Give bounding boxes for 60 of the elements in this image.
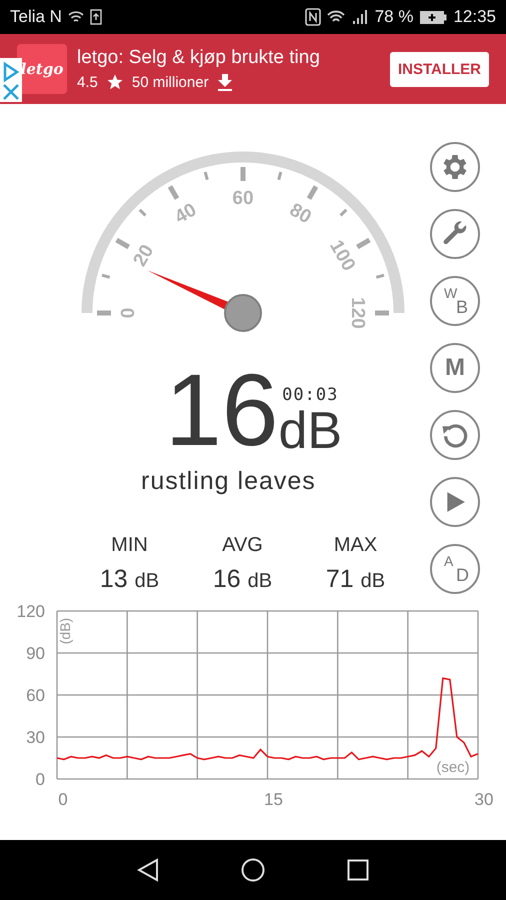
gauge-scale-label: 100: [325, 236, 360, 275]
y-axis-label: 120: [16, 602, 45, 621]
noise-description: rustling leaves: [141, 466, 317, 496]
y-axis-unit: (dB): [57, 618, 73, 644]
battery-percentage: 78 %: [374, 7, 414, 27]
wrench-button[interactable]: [430, 209, 480, 259]
elapsed-time: 00:03: [282, 384, 338, 405]
stat-value: 13 dB: [100, 564, 160, 594]
ad-choices-icon[interactable]: [0, 58, 22, 102]
x-axis-label: 0: [58, 790, 68, 809]
y-axis-label: 60: [26, 686, 45, 705]
carrier-name: Telia N: [10, 7, 62, 27]
stat-value: 16 dB: [212, 564, 272, 594]
gauge-scale-label: 0: [118, 308, 140, 318]
reset-button[interactable]: [430, 410, 480, 460]
stat-label: MIN: [111, 534, 148, 557]
install-button[interactable]: INSTALLER: [390, 52, 489, 86]
gauge-scale-label: 60: [232, 188, 254, 210]
download-count: 50 millioner: [132, 74, 209, 90]
letters-button[interactable]: A D: [430, 544, 480, 594]
back-icon[interactable]: [137, 858, 159, 882]
x-axis-label: 15: [264, 790, 283, 809]
ad-banner[interactable]: letgo letgo: Selg & kjøp brukte ting 4.5 50 millioner INSTALLER: [0, 34, 506, 104]
control-letter: B: [456, 297, 468, 318]
x-axis-unit: (sec): [436, 759, 470, 776]
y-axis-label: 0: [36, 770, 45, 789]
control-letter: M: [445, 354, 465, 382]
wifi-icon: [326, 10, 345, 24]
sound-level-value: 16: [165, 365, 278, 457]
gauge-scale-label: 40: [171, 199, 200, 228]
stat-label: AVG: [222, 534, 263, 557]
play-button[interactable]: [430, 477, 480, 527]
clock-time: 12:35: [453, 7, 496, 27]
letters-button[interactable]: W B: [430, 276, 480, 326]
control-letter: W: [444, 285, 458, 301]
gauge-scale-label: 120: [346, 297, 368, 329]
app-rating: 4.5: [77, 74, 98, 90]
signal-icon: [350, 9, 369, 25]
nfc-icon: [304, 8, 321, 26]
gauge-scale-label: 80: [286, 199, 315, 228]
battery-icon: [419, 10, 448, 24]
star-icon: [106, 73, 124, 91]
wifi-icon: [68, 10, 84, 24]
upload-icon: [90, 9, 102, 25]
control-letter: A: [444, 553, 454, 569]
y-axis-label: 90: [26, 644, 45, 663]
settings-button[interactable]: [430, 142, 480, 192]
ad-title: letgo: Selg & kjøp brukte ting: [77, 47, 321, 69]
recents-icon[interactable]: [347, 859, 369, 881]
sound-level-unit: dB: [278, 404, 342, 457]
y-axis-label: 30: [26, 728, 45, 747]
x-axis-label: 30: [474, 790, 494, 809]
home-icon[interactable]: [241, 858, 265, 882]
stat-value: 71 dB: [326, 564, 386, 594]
letter-button[interactable]: M: [430, 343, 480, 393]
app-logo: letgo: [17, 44, 67, 94]
control-letter: D: [456, 565, 469, 586]
gauge-scale-label: 20: [129, 241, 158, 270]
stat-label: MAX: [334, 534, 378, 557]
download-icon: [216, 73, 233, 91]
